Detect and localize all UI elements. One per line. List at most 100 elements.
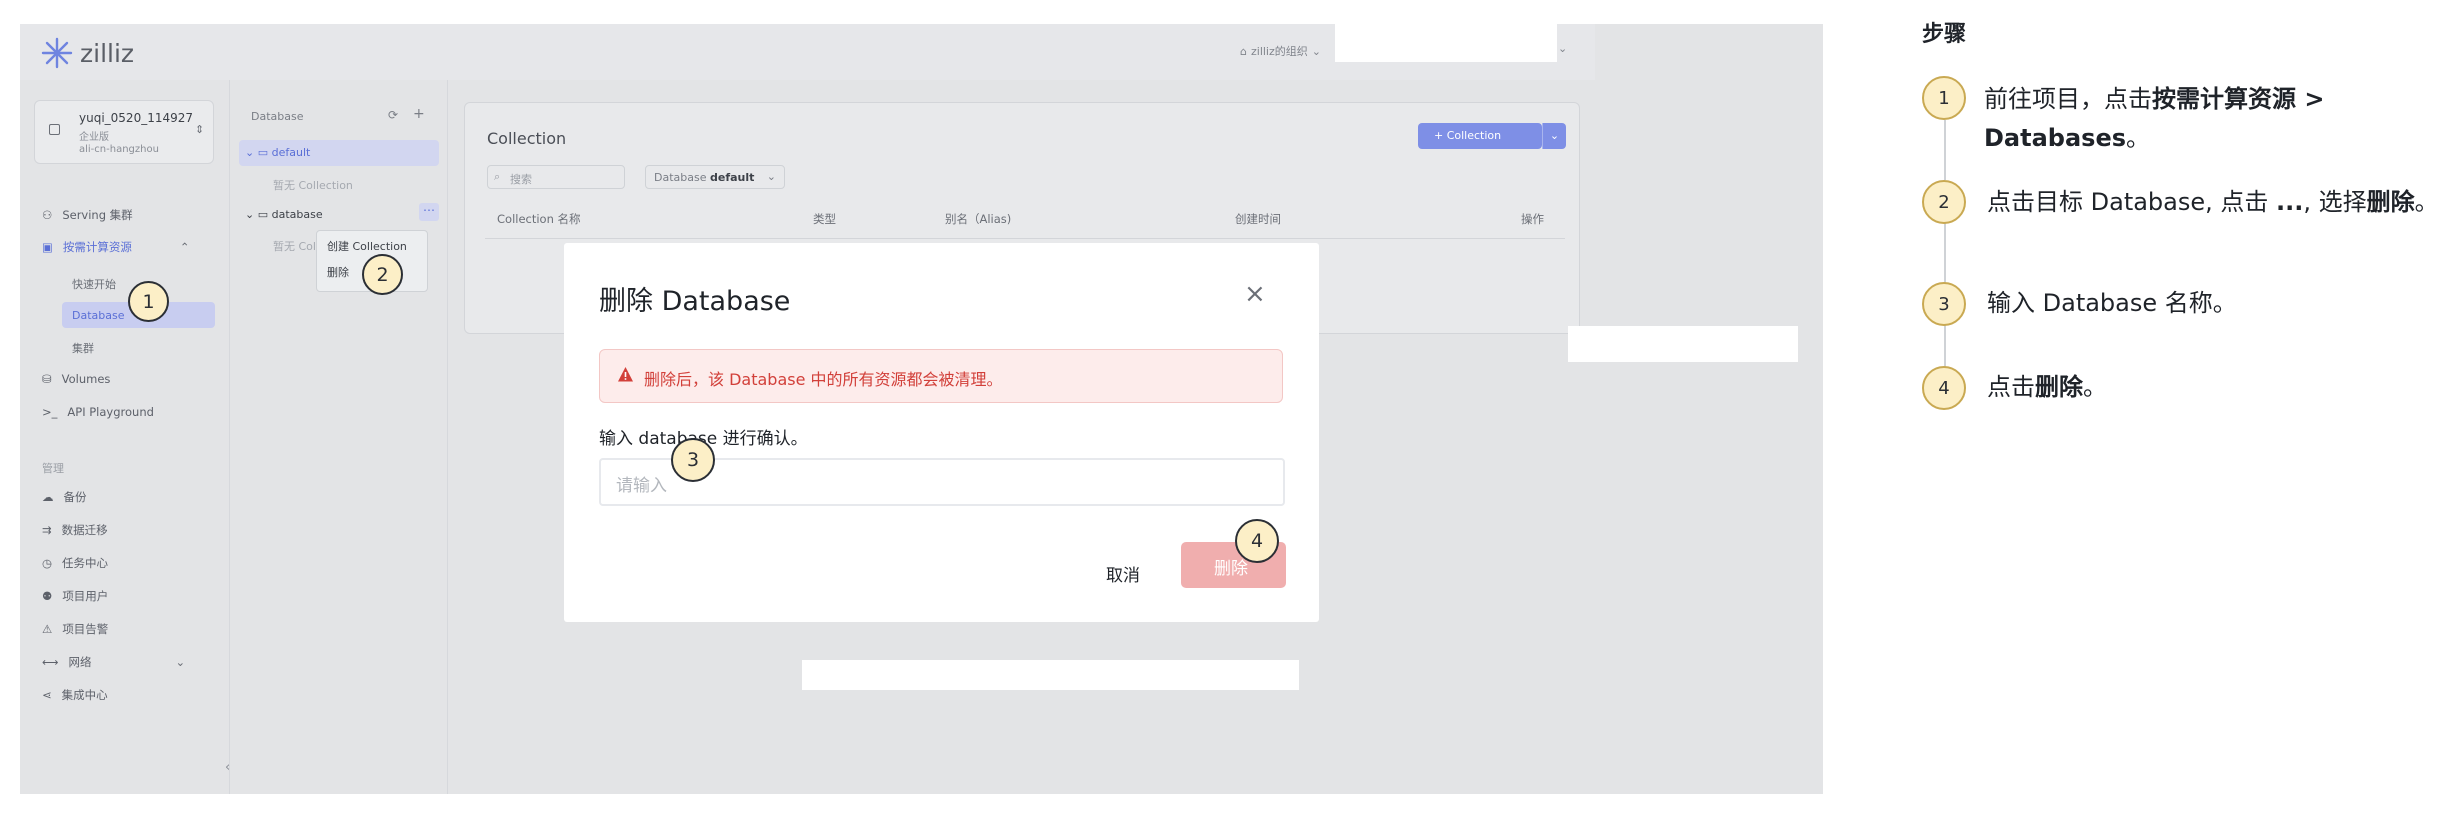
step-text-part: 点击 <box>1987 373 2035 401</box>
step-text-part: 。 <box>2126 124 2151 152</box>
step-number-2: 2 <box>1922 180 1966 224</box>
chevron-down-icon: ⌄ <box>1558 42 1568 55</box>
cancel-button[interactable]: 取消 <box>1086 553 1160 593</box>
collapse-sidebar-icon[interactable]: ‹ <box>225 760 230 775</box>
share-icon: ⋖ <box>42 688 52 702</box>
steps-connector <box>1944 120 1946 180</box>
screenshot: zilliz ⌂ zilliz的组织 ⌄ ⌄ yuqi_0520_114927 … <box>20 24 1823 794</box>
column-created: 创建时间 <box>1235 212 1281 226</box>
sidebar-item-label: 数据迁移 <box>61 523 108 537</box>
sidebar-item-integrations[interactable]: ⋖ 集成中心 <box>42 687 108 703</box>
tree-item-database[interactable]: ⌄ ▭ database <box>245 208 323 221</box>
step-marker-4: 4 <box>1235 519 1279 563</box>
delete-database-dialog: 删除 Database × 删除后，该 Database 中的所有资源都会被清理… <box>564 243 1319 622</box>
sidebar-item-users[interactable]: ⚉ 项目用户 <box>42 588 108 604</box>
chevron-down-icon: ⌄ <box>766 170 776 183</box>
select-value: default <box>710 171 755 184</box>
add-collection-dropdown[interactable]: ⌄ <box>1542 123 1566 149</box>
chevron-down-icon: ⌄ <box>175 655 186 669</box>
step-text-part: 。 <box>2083 373 2107 401</box>
step-number-4: 4 <box>1922 366 1966 410</box>
sidebar: yuqi_0520_114927 企业版 ali-cn-hangzhou ⇕ ⚇… <box>20 80 230 794</box>
dialog-title: 删除 Database <box>599 286 791 317</box>
chevron-down-icon: ⌄ <box>1311 44 1321 58</box>
sidebar-item-quickstart[interactable]: 快速开始 <box>72 276 116 292</box>
steps-connector <box>1944 325 1946 368</box>
org-switcher[interactable]: ⌂ zilliz的组织 ⌄ <box>1240 43 1321 59</box>
network-icon: ⟷ <box>42 655 59 669</box>
project-name: yuqi_0520_114927 <box>79 111 194 125</box>
sidebar-item-api-playground[interactable]: >_ API Playground <box>42 405 154 419</box>
database-select[interactable]: Database default ⌄ <box>645 165 785 189</box>
org-label: zilliz的组织 <box>1250 45 1308 58</box>
steps-connector <box>1944 223 1946 283</box>
sidebar-item-label: 集成中心 <box>61 688 108 702</box>
sidebar-item-volumes[interactable]: ⛁ Volumes <box>42 372 110 386</box>
step-marker-2: 2 <box>362 254 403 295</box>
steps-title: 步骤 <box>1922 22 1967 47</box>
menu-item-delete[interactable]: 删除 <box>327 264 349 280</box>
volume-icon: ⛁ <box>42 372 52 386</box>
menu-item-create-collection[interactable]: 创建 Collection <box>327 238 407 254</box>
warning-icon <box>618 367 633 382</box>
sidebar-item-label: Serving 集群 <box>62 208 133 222</box>
section-manage: 管理 <box>42 462 64 475</box>
step-text-bold: 删除 <box>2035 373 2083 401</box>
tree-item-label: default <box>271 146 311 159</box>
sidebar-item-label: 按需计算资源 <box>62 240 132 254</box>
logo: zilliz <box>40 36 134 70</box>
column-actions: 操作 <box>1521 212 1544 226</box>
sidebar-item-label: 备份 <box>63 490 87 504</box>
zilliz-star-icon <box>41 37 73 69</box>
chevron-updown-icon: ⇕ <box>195 123 205 136</box>
sidebar-item-clusters[interactable]: 集群 <box>72 340 94 356</box>
sidebar-item-backup[interactable]: ☁ 备份 <box>42 489 87 505</box>
tree-item-default[interactable]: ⌄ ▭ default <box>245 146 310 159</box>
warning-alert: 删除后，该 Database 中的所有资源都会被清理。 <box>599 349 1283 403</box>
more-icon[interactable]: ⋯ <box>419 203 439 221</box>
sidebar-item-migration[interactable]: ⇉ 数据迁移 <box>42 522 108 538</box>
add-collection-button[interactable]: + Collection <box>1418 123 1542 149</box>
project-switcher[interactable]: yuqi_0520_114927 企业版 ali-cn-hangzhou ⇕ <box>34 100 214 164</box>
project-plan: 企业版 <box>79 132 109 143</box>
panel-title: Collection <box>487 129 567 148</box>
sidebar-item-network[interactable]: ⟷ 网络 ⌄ <box>42 654 185 670</box>
redaction-block <box>1335 24 1557 62</box>
tree-item-label: database <box>271 208 323 221</box>
users-icon: ⚉ <box>42 589 53 603</box>
redaction-block <box>1568 326 1798 362</box>
step-text-part: 。 <box>2414 188 2439 216</box>
sidebar-item-alerts[interactable]: ⚠ 项目告警 <box>42 621 108 637</box>
step-marker-1: 1 <box>128 281 169 322</box>
clock-icon: ◷ <box>42 556 53 570</box>
sidebar-item-label: Volumes <box>61 372 111 386</box>
collection-search-input[interactable]: ⌕ 搜索 <box>487 165 625 189</box>
search-icon: ⌕ <box>494 170 501 183</box>
search-placeholder: 搜索 <box>510 173 532 186</box>
tree-title: Database <box>251 110 304 123</box>
logo-text: zilliz <box>80 38 135 68</box>
step-text-1: 前往项目，点击按需计算资源 > Databases。 <box>1984 80 2394 158</box>
step-text-part: , 选择 <box>2303 188 2367 216</box>
add-icon[interactable]: + <box>413 106 425 122</box>
step-text-3: 输入 Database 名称。 <box>1987 284 2427 323</box>
home-icon: ⌂ <box>1240 44 1247 58</box>
close-icon[interactable]: × <box>1244 279 1266 309</box>
select-label: Database <box>654 171 707 184</box>
step-text-4: 点击删除。 <box>1987 368 2427 407</box>
sidebar-item-tasks[interactable]: ◷ 任务中心 <box>42 555 108 571</box>
step-number-1: 1 <box>1922 76 1966 120</box>
project-region: ali-cn-hangzhou <box>79 144 159 155</box>
sidebar-item-serving[interactable]: ⚇ Serving 集群 <box>42 207 133 223</box>
cluster-icon: ⚇ <box>42 208 53 222</box>
step-text-part: 输入 Database 名称。 <box>1987 289 2237 317</box>
table-divider <box>485 238 1565 239</box>
step-text-bold: ... <box>2276 188 2304 216</box>
column-name: Collection 名称 <box>497 212 581 226</box>
top-bar: zilliz ⌂ zilliz的组织 ⌄ ⌄ <box>20 24 1595 80</box>
sidebar-item-label: API Playground <box>67 405 154 419</box>
terminal-icon: >_ <box>42 405 58 419</box>
refresh-icon[interactable]: ⟳ <box>388 108 398 122</box>
sidebar-item-ondemand[interactable]: ▣ 按需计算资源 ⌃ <box>42 239 190 255</box>
cloud-icon: ☁ <box>42 490 54 504</box>
